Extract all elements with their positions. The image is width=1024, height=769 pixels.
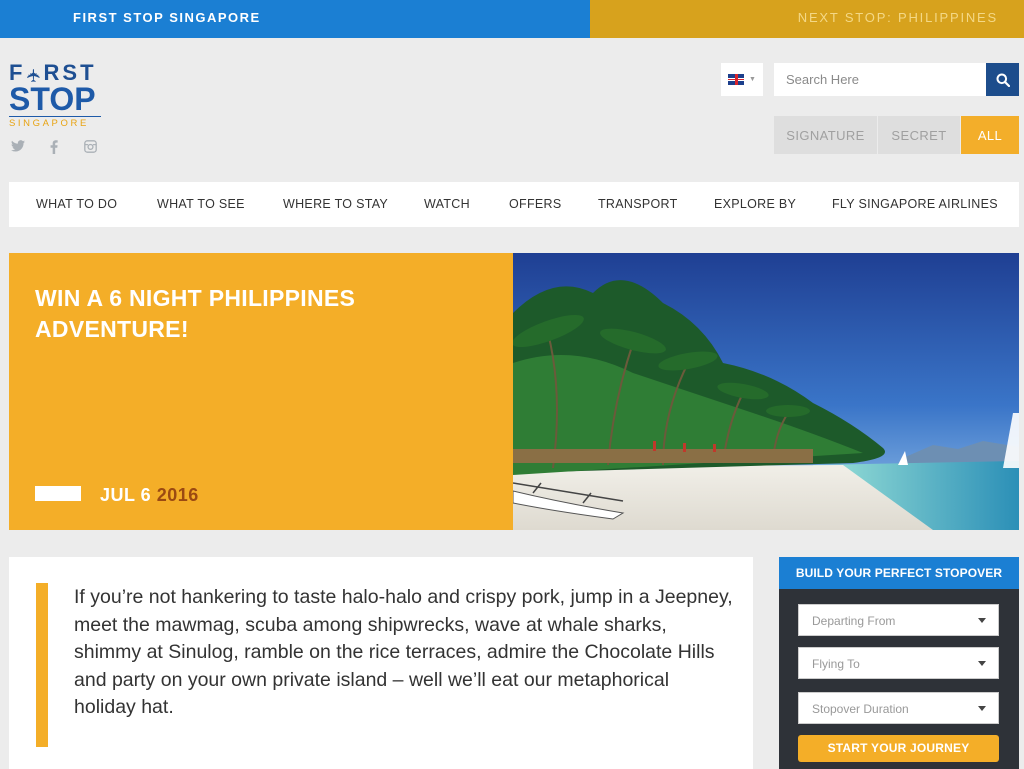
stopover-widget-title: BUILD YOUR PERFECT STOPOVER xyxy=(779,557,1019,589)
chevron-down-icon xyxy=(978,661,986,666)
search-icon xyxy=(996,73,1010,87)
flying-to-select[interactable]: Flying To xyxy=(798,647,999,679)
facebook-icon[interactable] xyxy=(47,140,61,154)
hero-beach-image[interactable] xyxy=(513,253,1019,530)
filter-signature-tab[interactable]: SIGNATURE xyxy=(774,116,877,154)
flying-to-placeholder: Flying To xyxy=(812,657,860,671)
top-bar: FIRST STOP SINGAPORE NEXT STOP: PHILIPPI… xyxy=(0,0,1024,38)
nav-fly-singapore-airlines[interactable]: FLY SINGAPORE AIRLINES xyxy=(832,197,998,211)
chevron-down-icon xyxy=(978,618,986,623)
nav-offers[interactable]: OFFERS xyxy=(509,197,562,211)
main-nav: WHAT TO DO WHAT TO SEE WHERE TO STAY WAT… xyxy=(9,182,1019,227)
site-logo[interactable]: F✈RST STOP SINGAPORE xyxy=(9,62,104,129)
hero-date-day: JUL 6 xyxy=(100,485,152,505)
search-button[interactable] xyxy=(986,63,1019,96)
nav-what-to-do[interactable]: WHAT TO DO xyxy=(36,197,117,211)
nav-transport[interactable]: TRANSPORT xyxy=(598,197,678,211)
departing-from-placeholder: Departing From xyxy=(812,614,896,628)
instagram-icon[interactable] xyxy=(83,140,97,154)
twitter-icon[interactable] xyxy=(11,140,25,154)
nav-explore-by[interactable]: EXPLORE BY xyxy=(714,197,796,211)
logo-line-stop: STOP xyxy=(9,81,96,117)
content-filter-tabs: SIGNATURE SECRET ALL xyxy=(774,116,1019,154)
hero-panel[interactable]: WIN A 6 NIGHT PHILIPPINES ADVENTURE! JUL… xyxy=(9,253,513,530)
search-input[interactable] xyxy=(774,63,986,96)
start-your-journey-button[interactable]: START YOUR JOURNEY xyxy=(798,735,999,762)
chevron-down-icon xyxy=(978,706,986,711)
stopover-duration-placeholder: Stopover Duration xyxy=(812,702,909,716)
nav-watch[interactable]: WATCH xyxy=(424,197,470,211)
chevron-down-icon: ▼ xyxy=(749,76,756,83)
hero-date: JUL 6 2016 xyxy=(100,485,199,506)
social-links xyxy=(11,140,97,154)
article-intro: If you’re not hankering to taste halo-ha… xyxy=(9,557,753,769)
language-selector[interactable]: ▼ xyxy=(721,63,763,96)
departing-from-select[interactable]: Departing From xyxy=(798,604,999,636)
logo-line-singapore: SINGAPORE xyxy=(9,116,101,129)
nav-where-to-stay[interactable]: WHERE TO STAY xyxy=(283,197,388,211)
stopover-duration-select[interactable]: Stopover Duration xyxy=(798,692,999,724)
stopover-widget: BUILD YOUR PERFECT STOPOVER Departing Fr… xyxy=(779,557,1019,769)
uk-flag-icon xyxy=(728,74,745,85)
hero-date-bar xyxy=(35,486,81,501)
filter-secret-tab[interactable]: SECRET xyxy=(878,116,960,154)
hero-date-year: 2016 xyxy=(156,485,199,505)
quote-accent-bar xyxy=(36,583,48,747)
nav-what-to-see[interactable]: WHAT TO SEE xyxy=(157,197,245,211)
hero-title[interactable]: WIN A 6 NIGHT PHILIPPINES ADVENTURE! xyxy=(35,283,455,345)
filter-all-tab[interactable]: ALL xyxy=(961,116,1019,154)
article-quote: If you’re not hankering to taste halo-ha… xyxy=(74,586,733,718)
current-stop-link[interactable]: FIRST STOP SINGAPORE xyxy=(0,0,590,38)
next-stop-link[interactable]: NEXT STOP: PHILIPPINES xyxy=(590,0,1024,38)
